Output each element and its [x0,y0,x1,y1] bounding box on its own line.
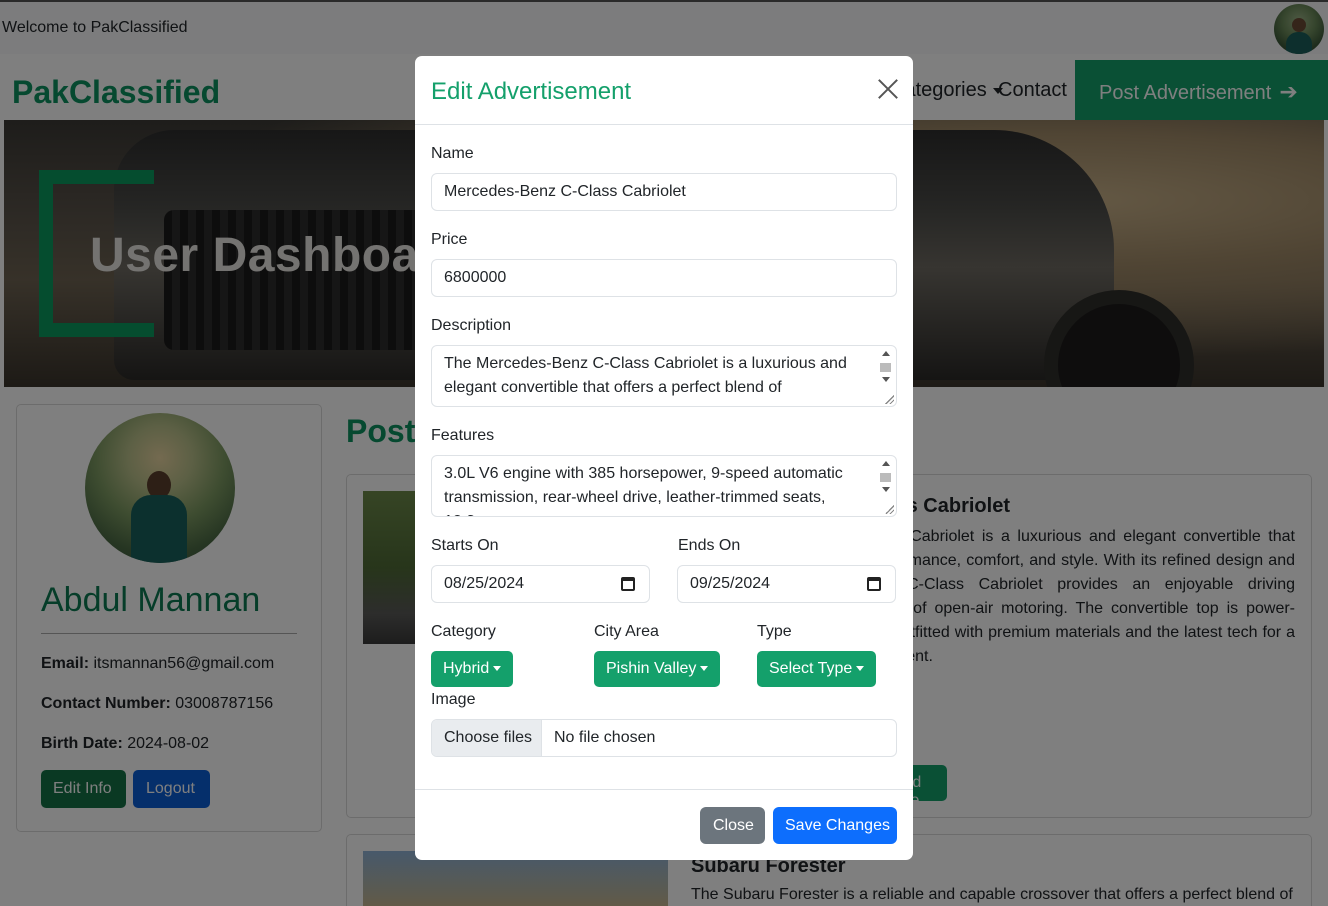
category-label: Category [431,623,496,640]
scroll-down-icon[interactable] [882,377,890,382]
resize-handle-icon[interactable] [884,504,894,514]
scroll-thumb[interactable] [880,473,891,482]
scroll-up-icon[interactable] [882,461,890,466]
modal-header: Edit Advertisement [415,56,913,125]
name-label: Name [431,145,474,162]
save-changes-button[interactable]: Save Changes [773,807,897,844]
resize-handle-icon[interactable] [884,394,894,404]
features-textarea[interactable]: 3.0L V6 engine with 385 horsepower, 9-sp… [431,455,897,517]
chevron-down-icon [700,666,709,672]
scroll-down-icon[interactable] [882,487,890,492]
name-input[interactable]: Mercedes-Benz C-Class Cabriolet [431,173,897,211]
choose-files-button[interactable]: Choose files [432,720,542,756]
features-label: Features [431,427,495,444]
description-textarea[interactable]: The Mercedes-Benz C-Class Cabriolet is a… [431,345,897,407]
close-icon[interactable] [877,78,899,100]
starts-on-value: 08/25/2024 [444,575,525,592]
category-dropdown[interactable]: Hybrid [431,651,514,687]
city-area-value: Pishin Valley [606,660,697,677]
ends-on-label: Ends On [678,537,741,554]
price-input[interactable]: 6800000 [431,259,897,297]
file-status-text: No file chosen [554,729,656,746]
chevron-down-icon [493,666,502,672]
starts-on-label: Starts On [431,537,499,554]
ends-on-date-input[interactable]: 09/25/2024 [677,565,896,603]
scroll-thumb[interactable] [880,363,891,372]
category-value: Hybrid [443,660,490,677]
modal-footer: Close Save Changes [415,789,913,860]
scroll-up-icon[interactable] [882,351,890,356]
description-label: Description [431,317,512,334]
starts-on-date-input[interactable]: 08/25/2024 [431,565,650,603]
city-area-dropdown[interactable]: Pishin Valley [594,651,721,687]
image-file-input[interactable]: Choose files No file chosen [431,719,897,757]
type-label: Type [757,623,792,640]
close-button[interactable]: Close [700,807,765,844]
price-label: Price [431,231,468,248]
city-area-label: City Area [594,623,659,640]
type-value: Select Type [769,660,853,677]
description-text: The Mercedes-Benz C-Class Cabriolet is a… [444,355,847,396]
edit-advertisement-modal: Edit Advertisement Name Mercedes-Benz C-… [415,56,913,860]
calendar-icon[interactable] [621,577,635,591]
image-label: Image [431,691,476,708]
features-text: 3.0L V6 engine with 385 horsepower, 9-sp… [444,465,843,516]
calendar-icon[interactable] [867,577,881,591]
type-dropdown[interactable]: Select Type [757,651,877,687]
chevron-down-icon [856,666,865,672]
ends-on-value: 09/25/2024 [690,575,771,592]
modal-title: Edit Advertisement [431,78,632,105]
